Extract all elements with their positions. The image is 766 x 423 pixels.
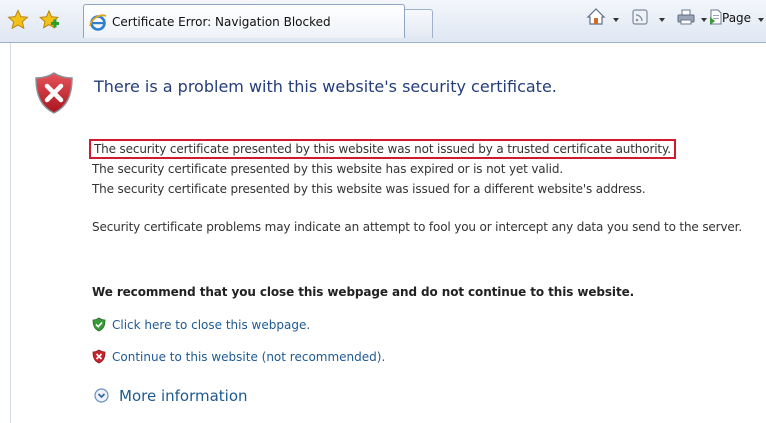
reason-untrusted-authority: The security certificate presented by th… [89, 139, 676, 159]
favorites-star-icon[interactable] [7, 9, 29, 31]
page-icon[interactable] [709, 7, 723, 33]
tab-certificate-error[interactable]: Certificate Error: Navigation Blocked [83, 4, 405, 38]
page-menu[interactable]: Page [722, 11, 751, 25]
recommendation-text: We recommend that you close this webpage… [92, 285, 635, 299]
feeds-dropdown-icon[interactable] [659, 18, 665, 22]
print-dropdown-icon[interactable] [701, 18, 707, 22]
green-shield-icon [92, 317, 106, 332]
close-webpage-link[interactable]: Click here to close this webpage. [112, 318, 310, 332]
shield-error-icon [34, 71, 74, 115]
add-favorites-icon[interactable] [38, 9, 60, 31]
home-dropdown-icon[interactable] [613, 18, 619, 22]
more-information-label[interactable]: More information [119, 387, 248, 405]
continue-website-action[interactable]: Continue to this website (not recommende… [92, 349, 385, 364]
ie-icon [89, 13, 107, 31]
page-dropdown-icon[interactable] [758, 18, 764, 22]
expand-chevron-icon [94, 388, 109, 403]
tab-title: Certificate Error: Navigation Blocked [112, 15, 331, 29]
more-information-toggle[interactable]: More information [94, 387, 248, 405]
red-shield-icon [92, 349, 106, 364]
continue-website-link[interactable]: Continue to this website (not recommende… [112, 350, 385, 364]
browser-toolbar: Certificate Error: Navigation Blocked Pa… [0, 0, 766, 43]
error-page: There is a problem with this website's s… [10, 43, 766, 423]
home-icon[interactable] [586, 7, 606, 33]
close-webpage-action[interactable]: Click here to close this webpage. [92, 317, 310, 332]
warning-text: Security certificate problems may indica… [92, 220, 742, 234]
print-icon[interactable] [676, 7, 696, 33]
feeds-icon[interactable] [630, 7, 650, 33]
new-tab-button[interactable] [405, 9, 433, 38]
page-title: There is a problem with this website's s… [94, 77, 557, 96]
reason-expired: The security certificate presented by th… [92, 162, 564, 176]
reason-different-address: The security certificate presented by th… [92, 182, 646, 196]
page-menu-label[interactable]: Page [722, 11, 751, 25]
